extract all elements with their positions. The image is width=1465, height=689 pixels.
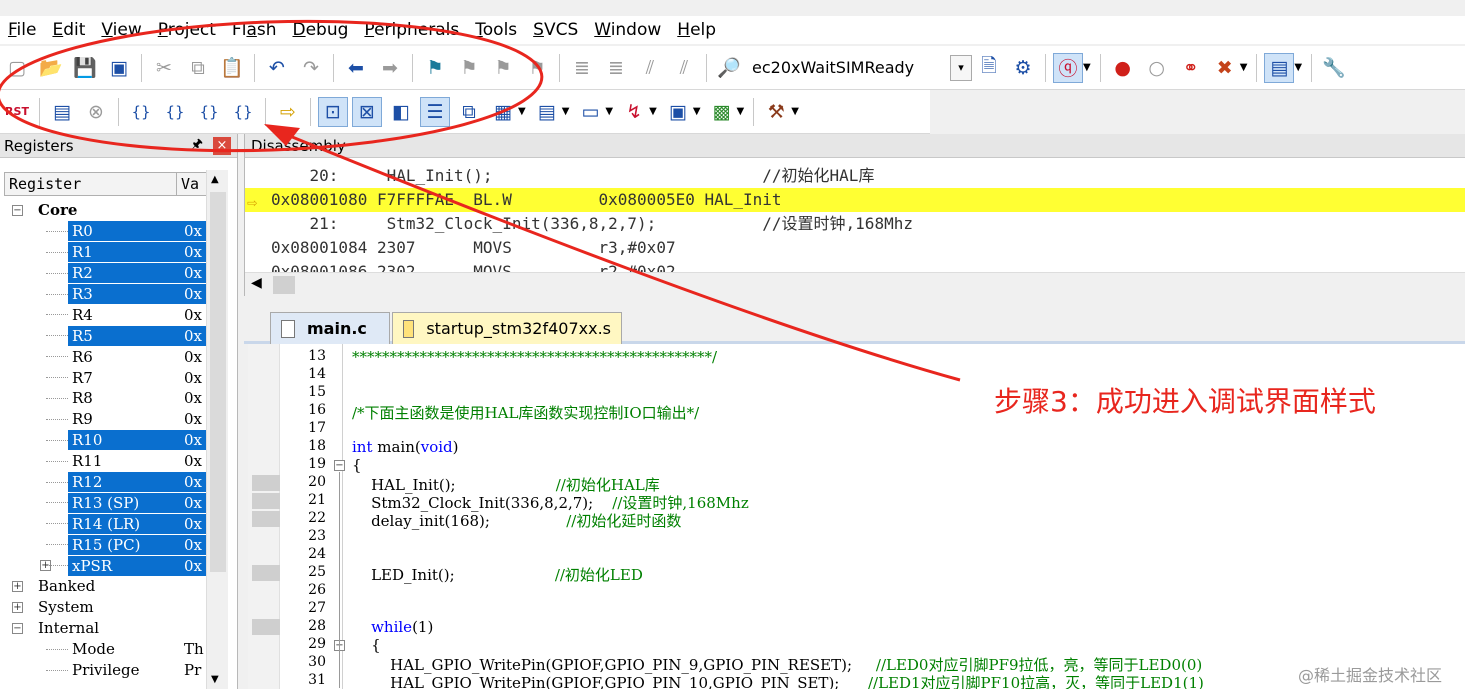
annotation-text: 步骤3：成功进入调试界面样式 [994, 385, 1376, 418]
annotation-arrow-head [264, 124, 300, 146]
annotation-overlay [0, 19, 961, 382]
watermark: @稀土掘金技术社区 [1298, 666, 1443, 685]
highlight-ellipse [0, 19, 544, 153]
annotation-arrow-line [279, 130, 961, 382]
